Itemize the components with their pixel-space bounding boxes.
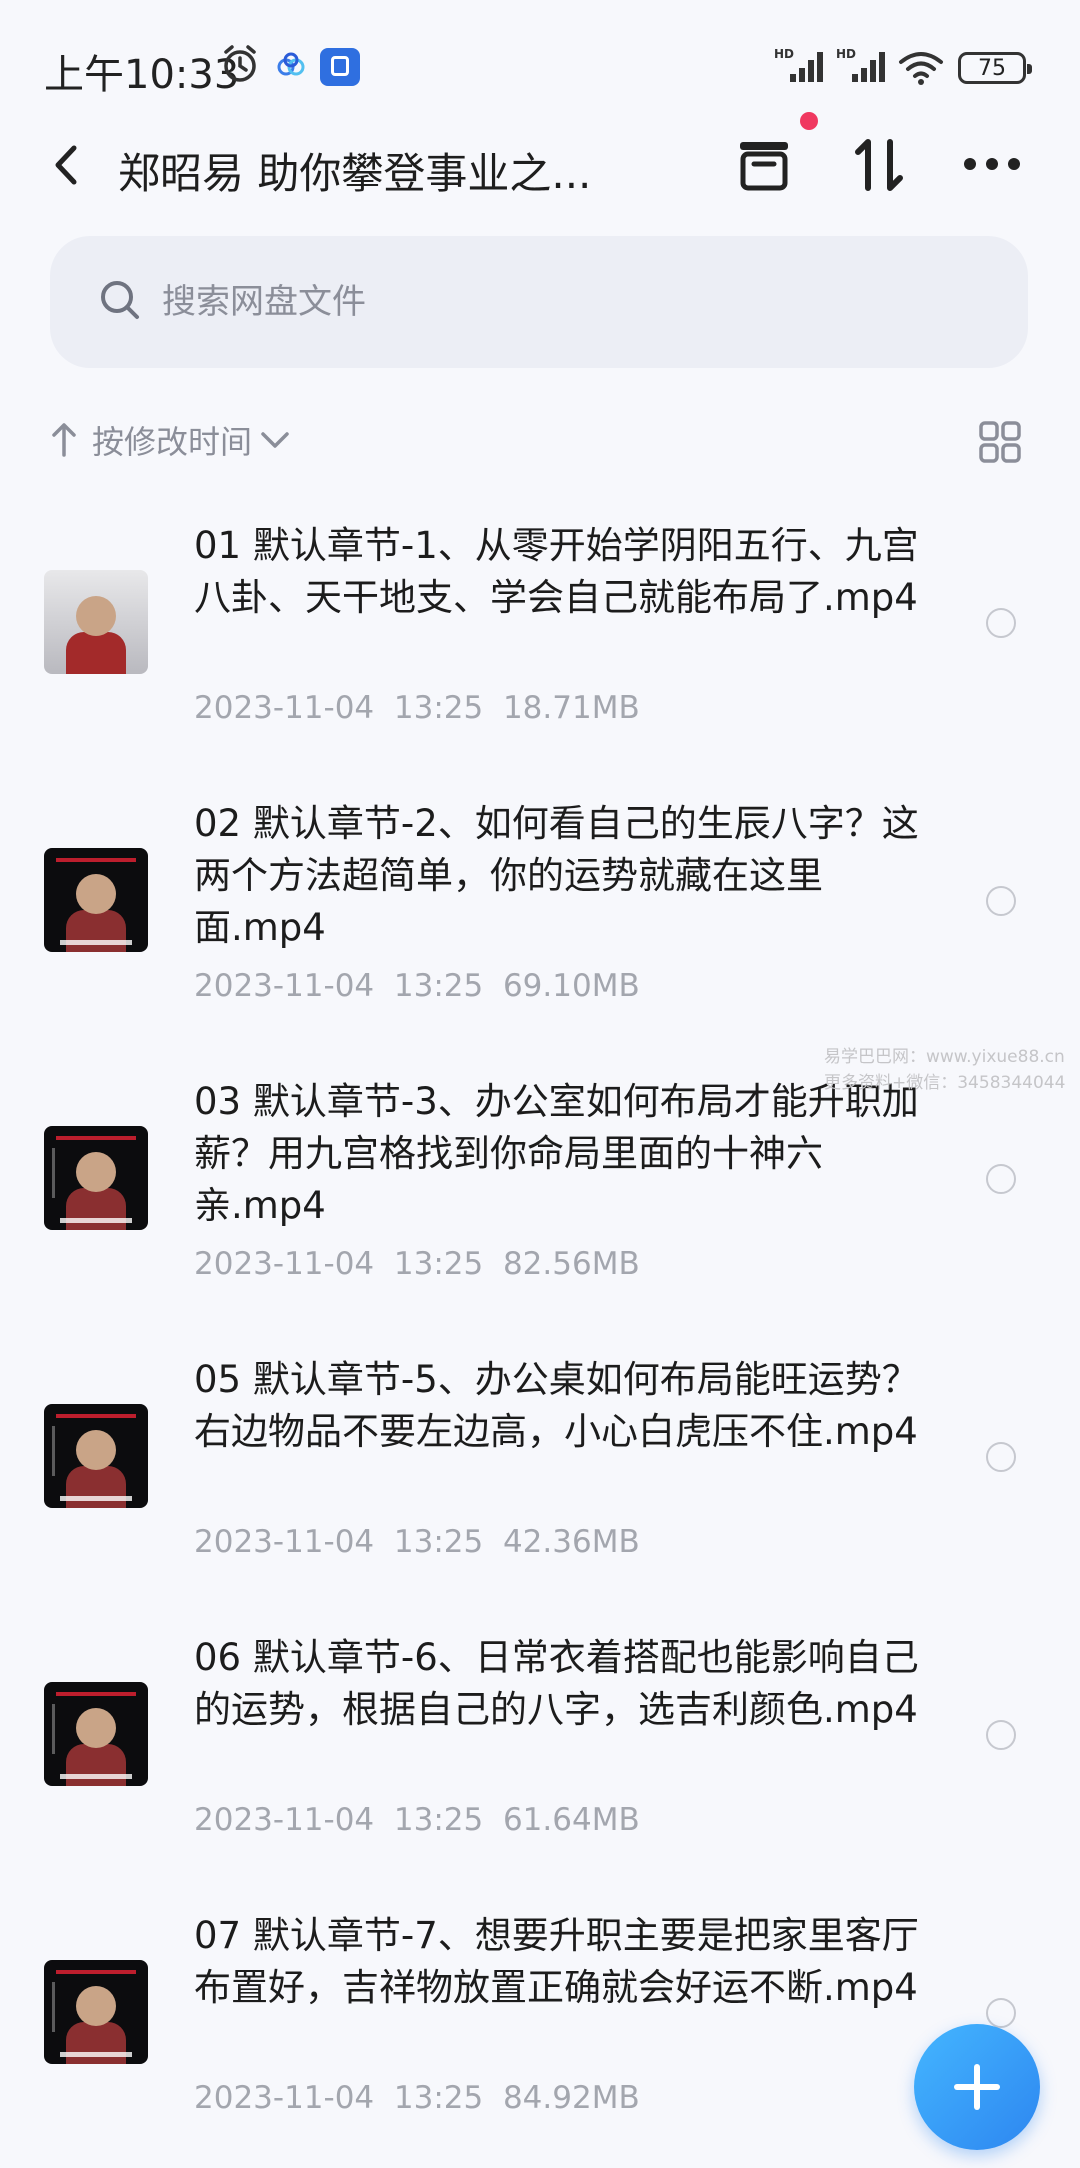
file-row[interactable]: 07 默认章节-7、想要升职主要是把家里客厅布置好，吉祥物放置正确就会好运不断.…: [0, 1890, 1080, 2168]
select-checkbox[interactable]: [986, 1720, 1016, 1750]
file-size: 18.71MB: [502, 690, 640, 726]
watermark-text: 易学巴巴网：www.yixue88.cn 更多资料+微信：3458344044: [824, 1047, 1066, 1093]
grid-view-icon[interactable]: [978, 420, 1022, 464]
sort-order-icon[interactable]: [852, 136, 908, 194]
select-checkbox[interactable]: [986, 1998, 1016, 2028]
file-name: 02 默认章节-2、如何看自己的生辰八字？这两个方法超简单，你的运势就藏在这里面…: [194, 802, 919, 949]
signal2-label: HD: [836, 47, 856, 61]
wifi-icon: [899, 52, 943, 85]
add-button[interactable]: [914, 2024, 1040, 2150]
file-time: 13:25: [393, 1802, 484, 1838]
file-row[interactable]: 05 默认章节-5、办公桌如何布局能旺运势？右边物品不要左边高，小心白虎压不住.…: [0, 1334, 1080, 1612]
more-options-icon[interactable]: [962, 152, 1022, 176]
file-time: 13:25: [393, 1246, 484, 1282]
file-time: 13:25: [393, 1524, 484, 1560]
select-checkbox[interactable]: [986, 886, 1016, 916]
file-name: 01 默认章节-1、从零开始学阴阳五行、九宫八卦、天干地支、学会自己就能布局了.…: [194, 524, 919, 619]
arrow-up-icon: [52, 423, 76, 457]
header-bar: 郑昭易 助你攀登事业之...: [0, 110, 1080, 220]
file-row[interactable]: 06 默认章节-6、日常衣着搭配也能影响自己的运势，根据自己的八字，选吉利颜色.…: [0, 1612, 1080, 1890]
file-size: 69.10MB: [502, 968, 640, 1004]
status-time: 上午10:33: [44, 52, 240, 98]
file-time: 13:25: [393, 690, 484, 726]
video-thumbnail: [44, 1960, 148, 2064]
signal-icon: HD: [774, 47, 823, 82]
page-title: 郑昭易 助你攀登事业之...: [118, 149, 592, 198]
file-meta: 2023-11-04 13:25 42.36MB: [194, 1524, 640, 1560]
search-input[interactable]: [160, 276, 864, 328]
file-time: 13:25: [393, 2080, 484, 2116]
file-meta: 2023-11-04 13:25 84.92MB: [194, 2080, 640, 2116]
video-thumbnail: [44, 570, 148, 674]
file-name: 05 默认章节-5、办公桌如何布局能旺运势？右边物品不要左边高，小心白虎压不住.…: [194, 1358, 919, 1453]
file-name: 06 默认章节-6、日常衣着搭配也能影响自己的运势，根据自己的八字，选吉利颜色.…: [194, 1636, 919, 1731]
file-list: 01 默认章节-1、从零开始学阴阳五行、九宫八卦、天干地支、学会自己就能布局了.…: [0, 500, 1080, 2168]
sort-label: 按修改时间: [92, 423, 253, 461]
file-date: 2023-11-04: [194, 968, 375, 1004]
file-meta: 2023-11-04 13:25 69.10MB: [194, 968, 640, 1004]
video-thumbnail: [44, 1126, 148, 1230]
file-date: 2023-11-04: [194, 2080, 375, 2116]
video-thumbnail: [44, 1682, 148, 1786]
back-icon[interactable]: [46, 140, 86, 190]
file-row[interactable]: 01 默认章节-1、从零开始学阴阳五行、九宫八卦、天干地支、学会自己就能布局了.…: [0, 500, 1080, 778]
search-icon: [101, 281, 139, 319]
alarm-icon: [224, 45, 256, 82]
battery-indicator: 75: [958, 52, 1032, 84]
signal1-label: HD: [774, 47, 794, 61]
signal-icon-2: HD: [836, 47, 885, 82]
file-meta: 2023-11-04 13:25 18.71MB: [194, 690, 640, 726]
cloud-app-icon: [277, 52, 305, 76]
file-size: 82.56MB: [502, 1246, 640, 1282]
video-thumbnail: [44, 1404, 148, 1508]
file-date: 2023-11-04: [194, 1246, 375, 1282]
chevron-down-icon: [261, 432, 289, 448]
select-checkbox[interactable]: [986, 1442, 1016, 1472]
video-thumbnail: [44, 848, 148, 952]
file-row[interactable]: 02 默认章节-2、如何看自己的生辰八字？这两个方法超简单，你的运势就藏在这里面…: [0, 778, 1080, 1056]
file-row[interactable]: 03 默认章节-3、办公室如何布局才能升职加薪？用九宫格找到你命局里面的十神六亲…: [0, 1056, 1080, 1334]
file-date: 2023-11-04: [194, 1802, 375, 1838]
notification-dot: [800, 112, 818, 130]
battery-level: 75: [978, 55, 1006, 81]
file-time: 13:25: [393, 968, 484, 1004]
file-meta: 2023-11-04 13:25 61.64MB: [194, 1802, 640, 1838]
file-name: 03 默认章节-3、办公室如何布局才能升职加薪？用九宫格找到你命局里面的十神六亲…: [194, 1080, 919, 1227]
select-checkbox[interactable]: [986, 1164, 1016, 1194]
status-bar: 上午10:33 HD HD 75: [0, 0, 1080, 110]
file-size: 42.36MB: [502, 1524, 640, 1560]
file-size: 84.92MB: [502, 2080, 640, 2116]
file-date: 2023-11-04: [194, 690, 375, 726]
search-bar[interactable]: [50, 236, 1028, 368]
select-checkbox[interactable]: [986, 608, 1016, 638]
file-date: 2023-11-04: [194, 1524, 375, 1560]
app-notification-icon: [320, 48, 360, 86]
file-size: 61.64MB: [502, 1802, 640, 1838]
sort-selector[interactable]: 按修改时间: [50, 410, 290, 470]
file-meta: 2023-11-04 13:25 82.56MB: [194, 1246, 640, 1282]
transfer-list-icon[interactable]: [736, 138, 792, 192]
file-name: 07 默认章节-7、想要升职主要是把家里客厅布置好，吉祥物放置正确就会好运不断.…: [194, 1914, 919, 2009]
